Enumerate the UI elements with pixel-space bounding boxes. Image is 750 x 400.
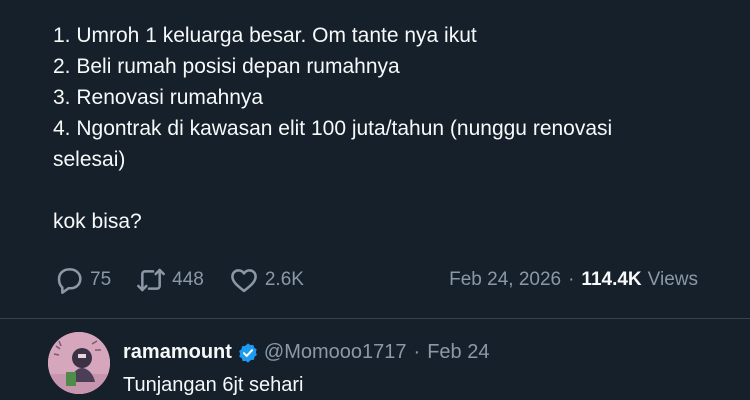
post-action-bar: 75 448 2.6K Feb 24, 2026 · 114.4K Views (53, 262, 698, 298)
avatar[interactable] (48, 332, 110, 394)
like-count: 2.6K (264, 269, 304, 290)
display-name[interactable]: ramamount (123, 341, 232, 364)
reply-text: Tunjangan 6jt sehari (123, 374, 304, 396)
post-text-line: 1. Umroh 1 keluarga besar. Om tante nya … (53, 24, 477, 47)
post-text-line: kok bisa? (53, 210, 142, 233)
post-meta: Feb 24, 2026 · 114.4K Views (449, 269, 698, 291)
repost-count: 448 (172, 269, 204, 290)
post-text-line: 2. Beli rumah posisi depan rumahnya (53, 55, 400, 78)
views-label: Views (647, 269, 698, 290)
repost-arrows-icon (137, 268, 166, 292)
post-date[interactable]: Feb 24, 2026 (449, 269, 561, 291)
user-handle[interactable]: @Momooo1717 (264, 341, 407, 364)
post-text-line: 3. Renovasi rumahnya (53, 86, 264, 109)
reply-date[interactable]: Feb 24 (427, 341, 489, 364)
post-text-line: 4. Ngontrak di kawasan elit 100 juta/tah… (53, 117, 613, 140)
like-button[interactable]: 2.6K (228, 264, 304, 296)
avatar-illustration-icon (48, 332, 110, 394)
post-body: 1. Umroh 1 keluarga besar. Om tante nya … (53, 20, 733, 237)
speech-bubble-icon (57, 268, 82, 294)
views-count[interactable]: 114.4K (581, 269, 641, 291)
divider (0, 318, 750, 319)
repost-button[interactable]: 448 (135, 264, 204, 296)
reply-header: ramamount @Momooo1717 · Feb 24 (123, 341, 489, 364)
heart-icon (230, 269, 257, 293)
reply-count: 75 (90, 269, 112, 290)
reply-item[interactable]: ramamount @Momooo1717 · Feb 24 Tunjangan… (48, 332, 750, 400)
verified-badge-icon (239, 342, 257, 363)
separator-dot: · (568, 269, 575, 290)
separator-dot: · (413, 341, 421, 363)
post-text-line: selesai) (53, 148, 126, 171)
reply-button[interactable]: 75 (53, 264, 111, 296)
